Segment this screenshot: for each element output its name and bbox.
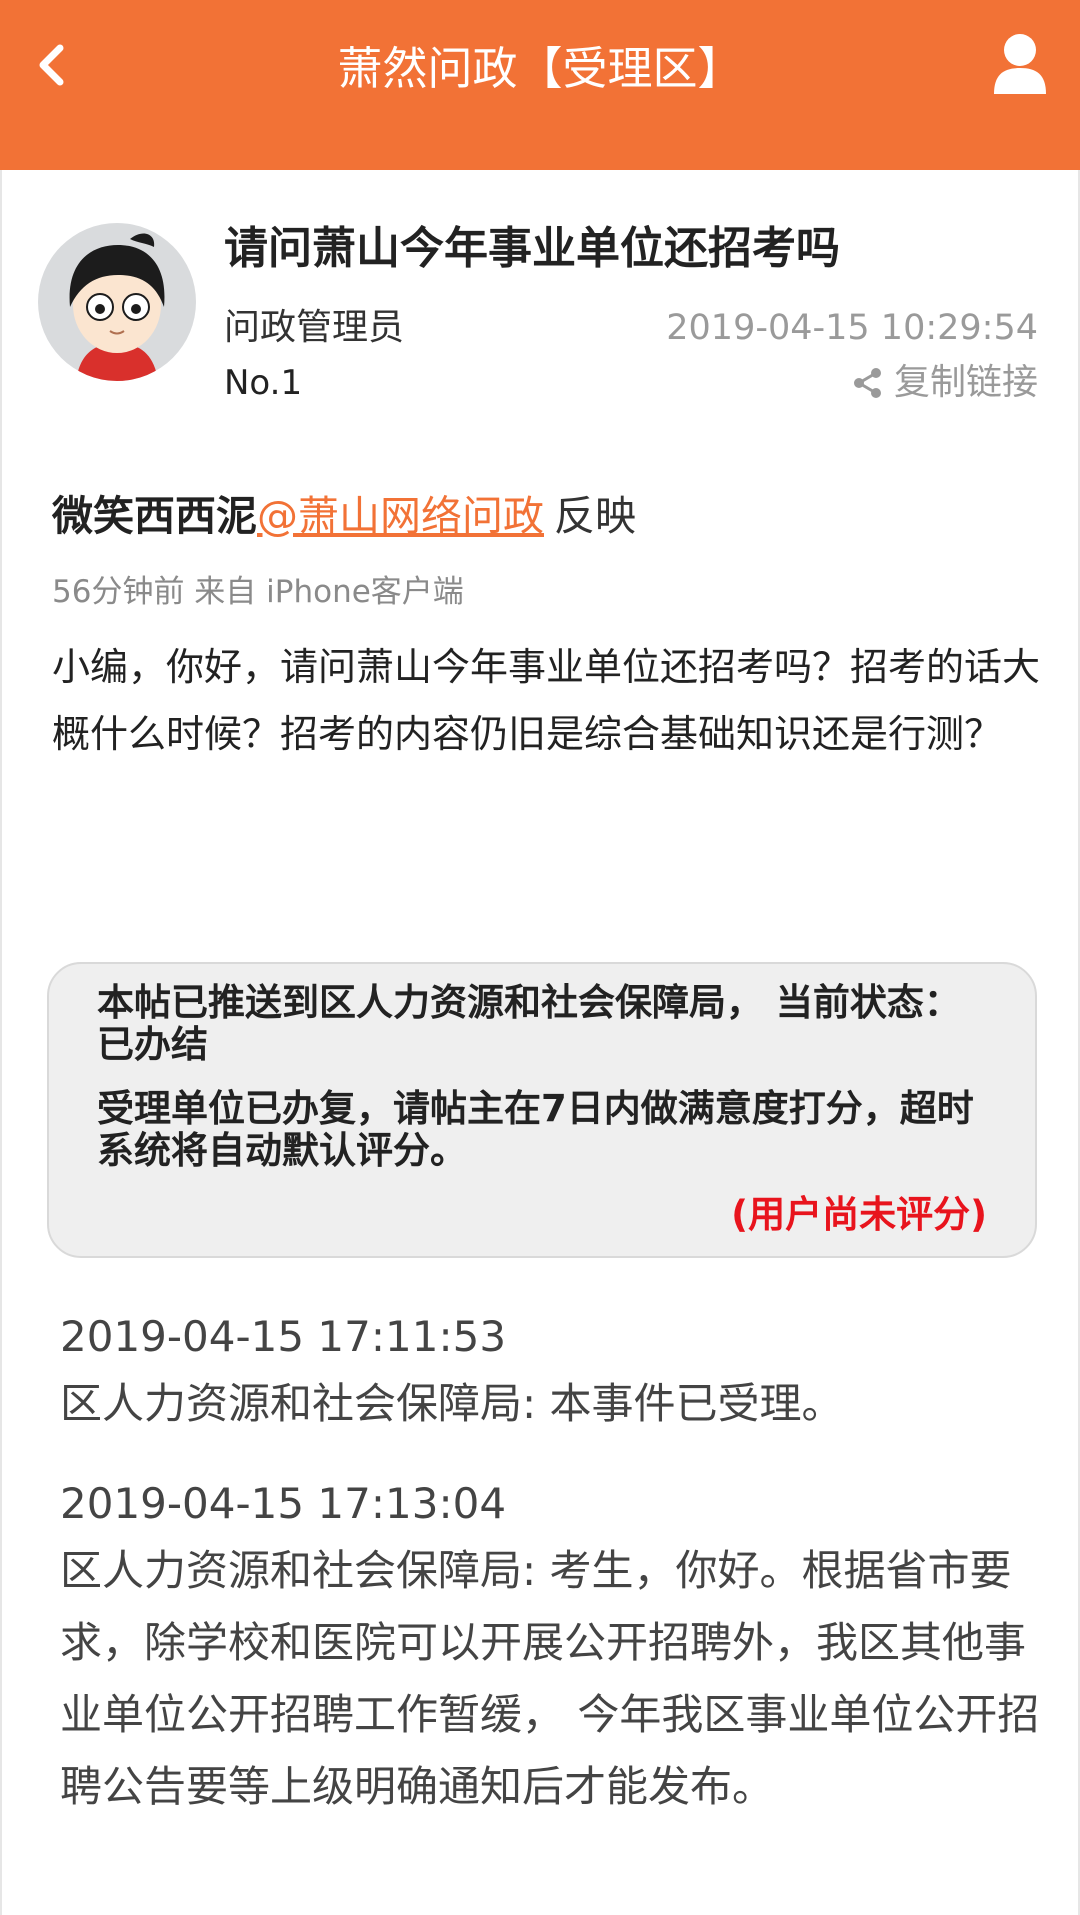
copy-link-button[interactable]: 复制链接	[852, 360, 1038, 406]
reporter-line: 微笑西西泥@萧山网络问政 反映	[52, 488, 636, 544]
rating-notice: 受理单位已办复，请帖主在7日内做满意度打分，超时系统将自动默认评分。	[97, 1087, 974, 1172]
mention-link[interactable]: @萧山网络问政	[257, 492, 544, 540]
reply-text: 区人力资源和社会保障局: 考生，你好。根据省市要求，除学校和医院可以开展公开招聘…	[60, 1546, 1040, 1811]
post-meta: 56分钟前 来自 iPhone客户端	[52, 574, 464, 610]
avatar[interactable]	[38, 223, 196, 381]
post-timestamp: 2019-04-15 10:29:54	[666, 308, 1038, 348]
page-title: 萧然问政【受理区】	[337, 42, 743, 95]
author-name: 问政管理员	[224, 307, 405, 348]
status-box: 本帖已推送到区人力资源和社会保障局， 当前状态： 已办结 受理单位已办复，请帖主…	[47, 962, 1037, 1258]
user-icon[interactable]	[990, 32, 1050, 98]
post-title: 请问萧山今年事业单位还招考吗	[224, 223, 840, 274]
author-rank: No.1	[224, 363, 303, 403]
post-content: 请问萧山今年事业单位还招考吗 问政管理员 No.1 2019-04-15 10:…	[0, 170, 1080, 1915]
post-body: 小编，你好，请问萧山今年事业单位还招考吗？招考的话大概什么时候？招考的内容仍旧是…	[52, 645, 1041, 756]
report-verb: 反映	[554, 492, 636, 540]
share-icon	[853, 368, 881, 398]
copy-link-label: 复制链接	[893, 362, 1038, 403]
reply-timestamp: 2019-04-15 17:13:04	[60, 1479, 507, 1528]
reporter-name[interactable]: 微笑西西泥	[52, 492, 257, 540]
rating-status: (用户尚未评分)	[731, 1193, 987, 1236]
top-bar: 萧然问政【受理区】	[0, 0, 1080, 170]
reply-item: 2019-04-15 17:11:53 区人力资源和社会保障局: 本事件已受理。	[60, 1310, 1040, 1440]
status-text: 本帖已推送到区人力资源和社会保障局， 当前状态： 已办结	[97, 981, 961, 1066]
reply-text: 区人力资源和社会保障局: 本事件已受理。	[60, 1379, 844, 1428]
reply-item: 2019-04-15 17:13:04 区人力资源和社会保障局: 考生，你好。根…	[60, 1477, 1040, 1823]
reply-timestamp: 2019-04-15 17:11:53	[60, 1312, 507, 1361]
